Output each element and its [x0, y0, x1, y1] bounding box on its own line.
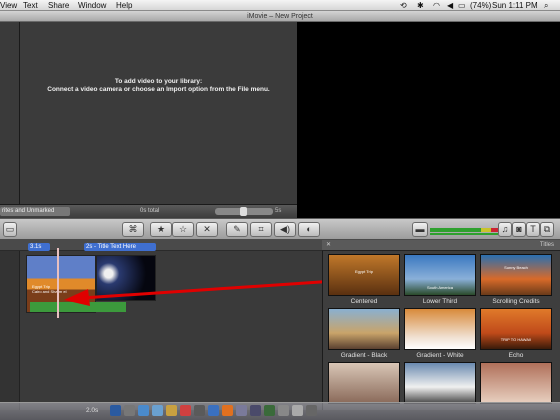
unmark-star-icon[interactable]: ☆: [172, 222, 194, 237]
voiceover-icon[interactable]: ▬: [412, 222, 428, 237]
red-arrow-annotation: [64, 279, 336, 306]
empty-library-message: To add video to your library: Connect a …: [20, 78, 297, 94]
favorite-star-icon[interactable]: ★: [150, 222, 172, 237]
window-title: iMovie – New Project: [0, 11, 560, 22]
time-machine-icon[interactable]: ⟲: [400, 0, 407, 11]
menu-view[interactable]: View: [0, 0, 17, 11]
battery-percent: (74%): [470, 1, 492, 10]
title-thumb-overlay: Sunny Beach: [504, 265, 528, 270]
total-duration: 0s total: [140, 208, 160, 214]
title-thumb-row3-2[interactable]: [404, 362, 476, 404]
spotlight-icon[interactable]: ⌕: [544, 0, 548, 11]
ical-icon[interactable]: [180, 405, 191, 416]
safari-icon[interactable]: [138, 405, 149, 416]
color-adjust-icon[interactable]: ◐: [298, 222, 320, 237]
audio-level-meter-right: [430, 233, 498, 235]
title-label[interactable]: Gradient - White: [400, 352, 480, 360]
message-line-1: To add video to your library:: [114, 78, 203, 85]
title-thumb-centered[interactable]: [328, 254, 400, 296]
title-label[interactable]: Echo: [476, 352, 556, 360]
transition-icon[interactable]: ⧉: [540, 222, 554, 237]
titles-browser: Egypt Trip Centered South America Lower …: [322, 251, 560, 410]
library-footer: rites and Unmarked 0s total 5s: [0, 204, 297, 218]
crop-icon[interactable]: ⌗: [250, 222, 272, 237]
title-thumb-overlay: TRIP TO HAWAII: [500, 337, 532, 342]
preview-icon[interactable]: [194, 405, 205, 416]
firefox-icon[interactable]: [222, 405, 233, 416]
audio-level-meter: [430, 228, 498, 232]
clock[interactable]: Sun 1:11 PM: [492, 0, 538, 11]
title-thumb-scrolling-credits[interactable]: [480, 254, 552, 296]
camera-icon[interactable]: ◙: [512, 222, 526, 237]
itunes-icon[interactable]: [208, 405, 219, 416]
swap-icon[interactable]: ▭: [3, 222, 17, 237]
video-viewer: [297, 22, 560, 218]
clip-duration-tag[interactable]: 3.1s: [28, 243, 50, 251]
title-thumb-row3-1[interactable]: [328, 362, 400, 404]
show-filter-select[interactable]: rites and Unmarked: [0, 207, 70, 216]
iphoto-icon[interactable]: [236, 405, 247, 416]
system-prefs-icon[interactable]: [264, 405, 275, 416]
menu-help[interactable]: Help: [116, 0, 132, 11]
imovie-icon[interactable]: [250, 405, 261, 416]
mail-icon[interactable]: [152, 405, 163, 416]
title-label[interactable]: Lower Third: [400, 298, 480, 306]
title-label[interactable]: Gradient - Black: [324, 352, 404, 360]
downloads-icon[interactable]: [278, 405, 289, 416]
keyword-icon[interactable]: ⌘: [122, 222, 144, 237]
title-label[interactable]: Scrolling Credits: [476, 298, 556, 306]
volume-icon[interactable]: ◀: [447, 0, 453, 11]
documents-icon[interactable]: [292, 405, 303, 416]
text-icon[interactable]: T: [526, 222, 540, 237]
title-thumb-row3-3[interactable]: [480, 362, 552, 404]
bluetooth-icon[interactable]: ✱: [417, 0, 424, 11]
zoom-slider-thumb[interactable]: [240, 207, 247, 216]
message-line-2: Connect a video camera or choose an Impo…: [47, 86, 270, 93]
menu-bar: View Text Share Window Help ⟲ ✱ ◠ ◀ ▭ (7…: [0, 0, 560, 11]
trash-icon[interactable]: [306, 405, 317, 416]
title-thumb-echo[interactable]: [480, 308, 552, 350]
close-icon[interactable]: ✕: [326, 240, 331, 251]
battery-icon[interactable]: ▭: [458, 0, 466, 11]
audio-icon[interactable]: ◀): [274, 222, 296, 237]
project-duration: 2.0s: [86, 407, 99, 414]
project-library-strip[interactable]: [0, 251, 20, 410]
title-thumb-overlay: South America: [426, 285, 453, 290]
zoom-label: 5s: [275, 208, 282, 214]
menu-share[interactable]: Share: [48, 0, 69, 11]
title-thumb-overlay: Egypt Trip: [354, 269, 373, 274]
title-tag[interactable]: 2s - Title Text Here: [84, 243, 156, 251]
reject-icon[interactable]: ✕: [196, 222, 218, 237]
titles-heading: Titles: [539, 242, 554, 248]
eyedropper-icon[interactable]: ✎: [226, 222, 248, 237]
menu-window[interactable]: Window: [78, 0, 106, 11]
imovie-window: View Text Share Window Help ⟲ ✱ ◠ ◀ ▭ (7…: [0, 0, 560, 420]
main-toolbar: ▭ ⌘ ★ ☆ ✕ ✎ ⌗ ◀) ◐ ▬ ♫ ◙ T ⧉: [0, 218, 560, 240]
finder-icon[interactable]: [110, 405, 121, 416]
music-icon[interactable]: ♫: [498, 222, 512, 237]
address-book-icon[interactable]: [166, 405, 177, 416]
wifi-icon[interactable]: ◠: [433, 0, 440, 11]
titles-header: ✕ Titles: [322, 240, 560, 251]
event-library-strip[interactable]: [0, 22, 20, 204]
playhead[interactable]: [57, 248, 59, 318]
menu-text[interactable]: Text: [23, 0, 38, 11]
dock: 2.0s: [0, 402, 560, 420]
title-thumb-gradient-black[interactable]: [328, 308, 400, 350]
title-thumb-gradient-white[interactable]: [404, 308, 476, 350]
title-label[interactable]: Centered: [324, 298, 404, 306]
dashboard-icon[interactable]: [124, 405, 135, 416]
event-browser: To add video to your library: Connect a …: [20, 22, 297, 204]
